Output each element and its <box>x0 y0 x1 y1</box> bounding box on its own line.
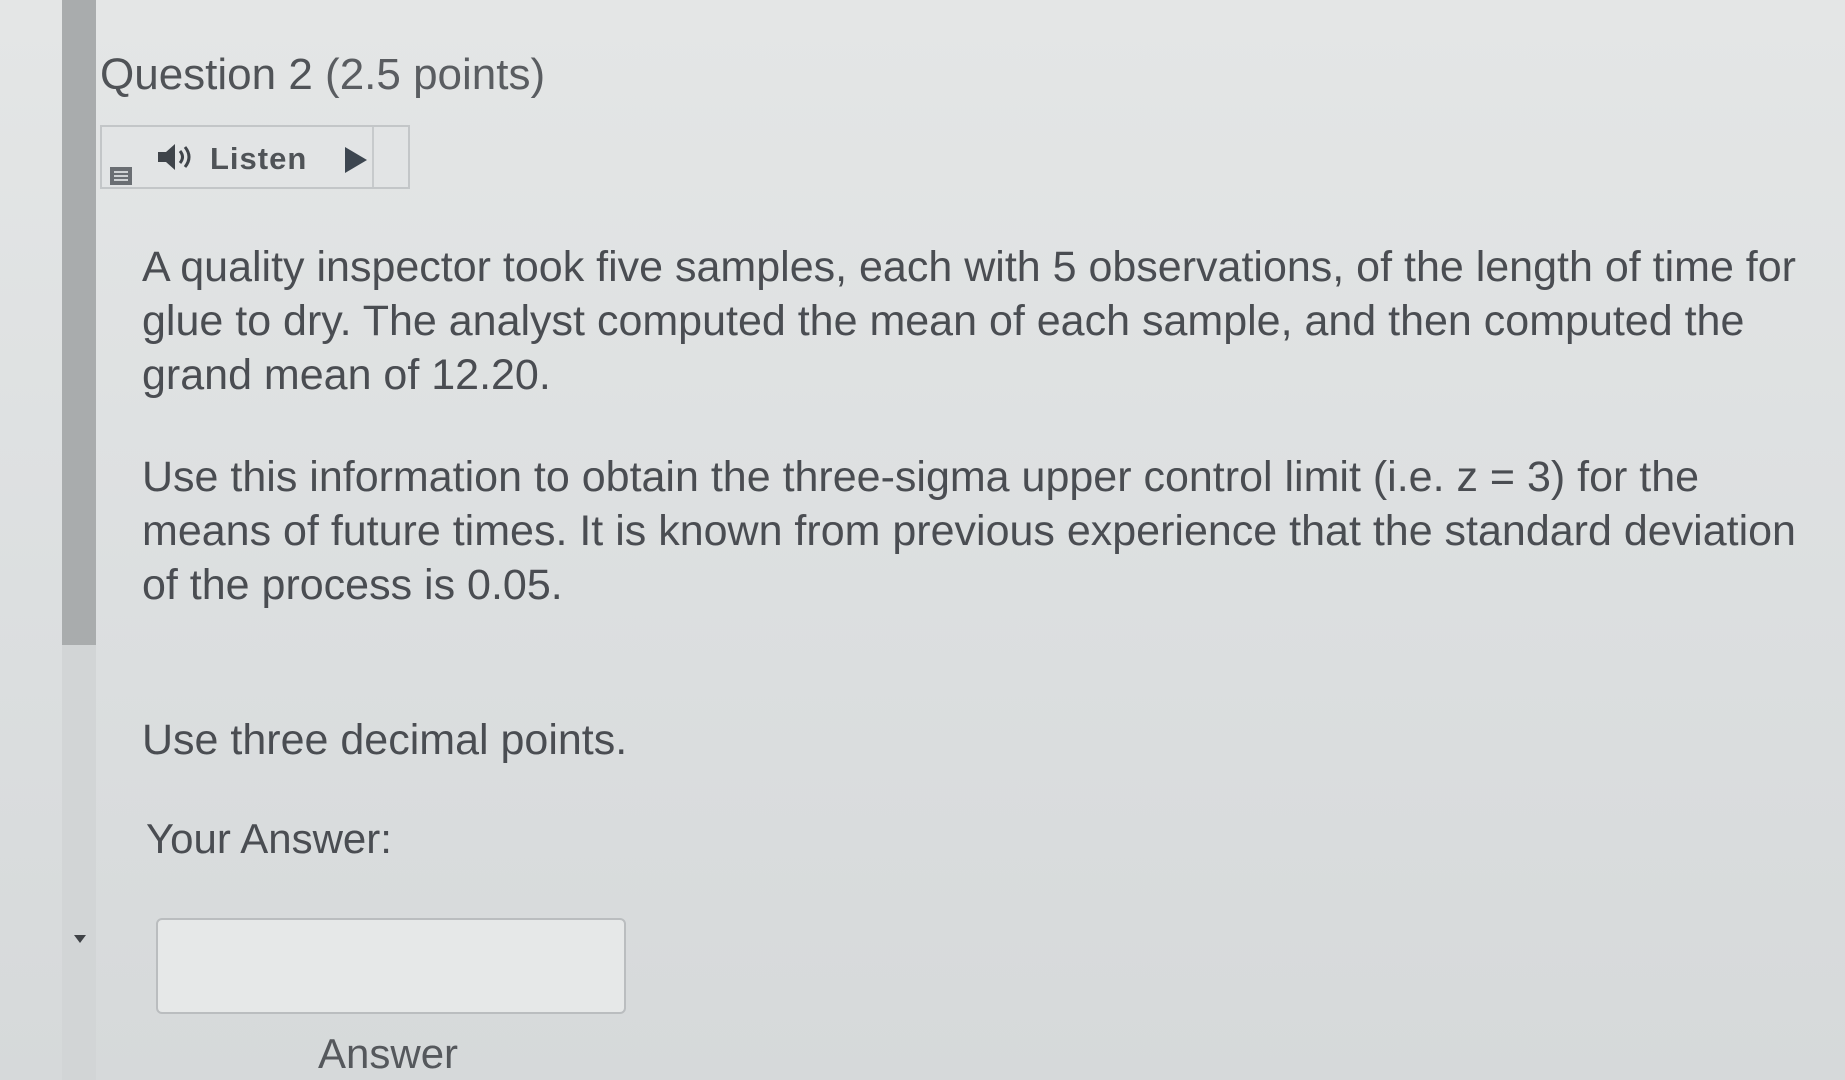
scrollbar-thumb[interactable] <box>62 0 96 645</box>
question-points: (2.5 points) <box>325 50 546 99</box>
question-paragraph-2: Use this information to obtain the three… <box>142 453 1796 609</box>
question-title: Question 2 <box>100 50 313 99</box>
question-instruction: Use three decimal points. <box>142 716 628 764</box>
question-paragraph-1: A quality inspector took five samples, e… <box>142 243 1796 399</box>
your-answer-label: Your Answer: <box>146 815 392 862</box>
answer-input[interactable] <box>156 918 626 1014</box>
listen-button[interactable]: Listen <box>152 131 420 183</box>
menu-icon[interactable] <box>110 167 132 185</box>
listen-label: Listen <box>210 141 308 176</box>
question-header: Question 2 (2.5 points) <box>100 50 545 100</box>
speaker-icon <box>158 144 191 170</box>
play-button[interactable] <box>345 145 375 175</box>
play-icon <box>345 147 367 173</box>
answer-caption: Answer <box>318 1030 459 1077</box>
scroll-down-arrow-icon[interactable] <box>74 935 86 943</box>
